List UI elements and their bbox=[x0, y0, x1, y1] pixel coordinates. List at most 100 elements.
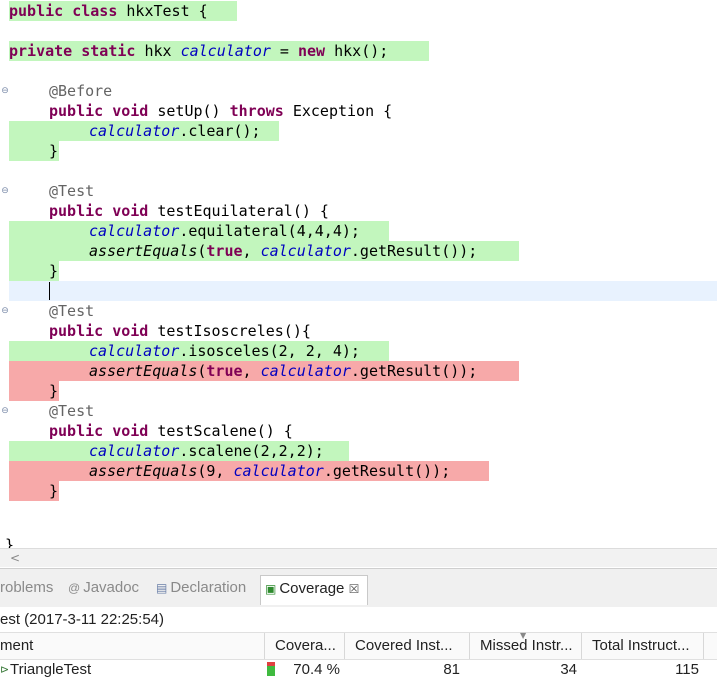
static-method: assertEquals bbox=[89, 462, 198, 480]
code-line-annotation: @Before bbox=[49, 81, 112, 101]
keyword: static bbox=[81, 42, 136, 60]
code-line-statement: calculator.scalene(2,2,2); bbox=[89, 441, 324, 461]
close-tab-icon[interactable]: ☒ bbox=[349, 582, 360, 596]
code-line-method-scalene: public void testScalene() { bbox=[49, 421, 293, 441]
column-header-total-instructions[interactable]: Total Instruct... bbox=[582, 633, 704, 659]
keyword: class bbox=[72, 2, 118, 20]
coverage-bar bbox=[267, 662, 275, 676]
code-text: testScalene() { bbox=[148, 422, 293, 440]
keyword: public bbox=[49, 102, 104, 120]
column-header-element[interactable]: ment bbox=[0, 633, 265, 659]
code-text: hkx bbox=[135, 42, 181, 60]
coverage-session-title: est (2017-3-11 22:25:54) bbox=[0, 611, 164, 628]
annotation: @Test bbox=[49, 402, 95, 420]
covered-instructions: 81 bbox=[443, 661, 460, 678]
code-text: } bbox=[49, 482, 59, 500]
static-method: assertEquals bbox=[89, 242, 198, 260]
code-line-method-isoscreles: public void testIsoscreles(){ bbox=[49, 321, 311, 341]
field-reference: calculator bbox=[89, 442, 180, 460]
annotation: @Test bbox=[49, 302, 95, 320]
fold-collapse-icon[interactable]: ⊖ bbox=[0, 81, 10, 101]
current-line-highlight bbox=[9, 281, 717, 301]
column-header-coverage[interactable]: Covera... bbox=[265, 633, 345, 659]
keyword: void bbox=[112, 202, 149, 220]
code-text: setUp() bbox=[148, 102, 230, 120]
javadoc-icon: @ bbox=[68, 581, 81, 595]
fold-collapse-icon[interactable]: ⊖ bbox=[0, 401, 10, 421]
code-text: .clear(); bbox=[179, 122, 261, 140]
code-editor[interactable]: ⊖ ⊖ ⊖ ⊖ public class hkxTest { private s… bbox=[0, 0, 717, 548]
coverage-icon: ▣ bbox=[265, 582, 277, 596]
code-line-annotation: @Test bbox=[49, 301, 94, 321]
keyword: true bbox=[206, 242, 243, 260]
field-reference: calculator bbox=[180, 42, 271, 60]
code-text: } bbox=[49, 382, 59, 400]
sort-indicator-icon: ▼ bbox=[520, 631, 527, 640]
field-reference: calculator bbox=[233, 462, 324, 480]
text-caret bbox=[49, 282, 50, 300]
code-text: , bbox=[242, 362, 261, 380]
fold-collapse-icon[interactable]: ⊖ bbox=[0, 181, 10, 201]
keyword: public bbox=[49, 202, 104, 220]
code-line-class-closing-brace: } bbox=[5, 535, 14, 548]
keyword: public bbox=[49, 422, 104, 440]
code-line-closing-brace: } bbox=[49, 381, 58, 401]
code-line-method-equilateral: public void testEquilateral() { bbox=[49, 201, 329, 221]
code-text: hkxTest { bbox=[117, 2, 208, 20]
code-text: testIsoscreles(){ bbox=[148, 322, 311, 340]
annotation: @Test bbox=[49, 182, 95, 200]
code-line-method-setup: public void setUp() throws Exception { bbox=[49, 101, 392, 121]
keyword: throws bbox=[229, 102, 284, 120]
code-line-assertion: assertEquals(true, calculator.getResult(… bbox=[89, 241, 477, 261]
tab-problems[interactable]: roblems bbox=[0, 578, 53, 598]
annotation: @Before bbox=[49, 82, 113, 100]
tab-label: Javadoc bbox=[83, 579, 140, 596]
code-text: .equilateral(4,4,4); bbox=[179, 222, 360, 240]
tab-coverage[interactable]: ▣ Coverage ☒ bbox=[260, 575, 369, 605]
fold-collapse-icon[interactable]: ⊖ bbox=[0, 301, 10, 321]
tab-javadoc[interactable]: @ Javadoc bbox=[68, 578, 139, 598]
keyword: void bbox=[112, 102, 149, 120]
class-icon: ⊳ bbox=[0, 663, 10, 676]
code-line-closing-brace: } bbox=[49, 261, 58, 281]
field-reference: calculator bbox=[89, 122, 180, 140]
column-header-covered-instructions[interactable]: Covered Inst... bbox=[345, 633, 470, 659]
tab-label: Declaration bbox=[170, 579, 247, 596]
code-line-annotation: @Test bbox=[49, 181, 94, 201]
code-line-annotation: @Test bbox=[49, 401, 94, 421]
code-line-class-declaration: public class hkxTest { bbox=[9, 1, 208, 21]
field-reference: calculator bbox=[89, 222, 180, 240]
horizontal-scrollbar[interactable]: < bbox=[0, 548, 717, 567]
code-line-field-declaration: private static hkx calculator = new hkx(… bbox=[9, 41, 388, 61]
code-line-assertion: assertEquals(true, calculator.getResult(… bbox=[89, 361, 477, 381]
panel-tab-bar: roblems @ Javadoc ▤ Declaration ▣ Coverage … bbox=[0, 569, 717, 607]
code-text: = bbox=[270, 42, 298, 60]
keyword: private bbox=[9, 42, 73, 60]
total-instructions: 115 bbox=[675, 661, 699, 678]
code-text: Exception { bbox=[283, 102, 393, 120]
code-text: .getResult()); bbox=[350, 362, 478, 380]
keyword: public bbox=[9, 2, 64, 20]
bottom-panel: roblems @ Javadoc ▤ Declaration ▣ Coverage … bbox=[0, 568, 717, 680]
keyword: void bbox=[112, 422, 149, 440]
code-line-closing-brace: } bbox=[49, 141, 58, 161]
table-row[interactable]: ⊳ TriangleTest 70.4 % 81 34 115 bbox=[0, 659, 717, 680]
code-text: .isosceles(2, 2, 4); bbox=[179, 342, 360, 360]
code-line-assertion: assertEquals(9, calculator.getResult()); bbox=[89, 461, 450, 481]
field-reference: calculator bbox=[89, 342, 180, 360]
code-line-closing-brace: } bbox=[49, 481, 58, 501]
code-line-statement: calculator.isosceles(2, 2, 4); bbox=[89, 341, 360, 361]
keyword: true bbox=[206, 362, 243, 380]
code-line-statement: calculator.clear(); bbox=[89, 121, 261, 141]
scroll-left-icon[interactable]: < bbox=[10, 549, 20, 567]
code-text: } bbox=[49, 262, 59, 280]
field-reference: calculator bbox=[260, 242, 351, 260]
code-text: .scalene(2,2,2); bbox=[179, 442, 324, 460]
tab-label: Coverage bbox=[279, 580, 345, 597]
code-text: .getResult()); bbox=[350, 242, 478, 260]
keyword: new bbox=[298, 42, 326, 60]
element-name: TriangleTest bbox=[10, 661, 92, 678]
tab-declaration[interactable]: ▤ Declaration bbox=[156, 578, 246, 598]
code-text: hkx(); bbox=[325, 42, 389, 60]
code-text: , bbox=[242, 242, 261, 260]
